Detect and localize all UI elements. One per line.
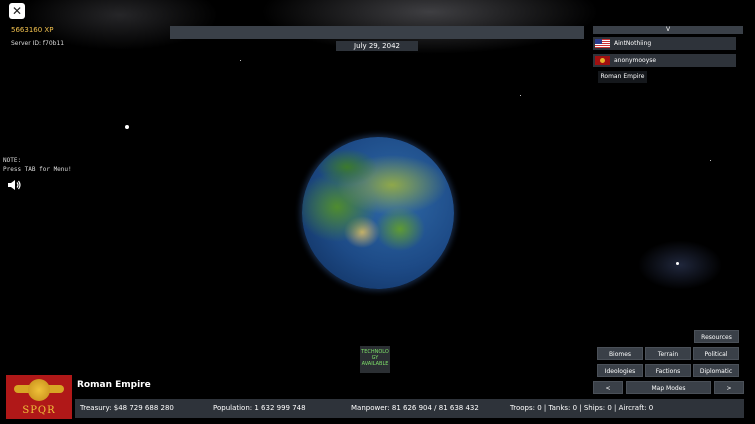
player-list-toggle[interactable]: V	[593, 26, 743, 34]
note-title: NOTE:	[3, 157, 22, 164]
note-text: Press TAB for Menu!	[3, 166, 72, 173]
map-mode-next-button[interactable]: >	[714, 381, 744, 394]
rome-flag-icon	[595, 56, 610, 65]
eagle-wing-icon	[48, 385, 64, 393]
game-date: July 29, 2042	[336, 41, 418, 51]
speaker-icon[interactable]	[7, 176, 21, 190]
note-panel: NOTE: Press TAB for Menu!	[3, 156, 72, 174]
country-emblem[interactable]: SPQR	[6, 375, 72, 419]
player-name: anonymooyse	[614, 57, 657, 64]
diplomatic-button[interactable]: Diplomatic	[693, 364, 739, 377]
treasury-stat: Treasury: $48 729 688 280	[80, 404, 174, 412]
player-name: AintNothiing	[614, 40, 652, 47]
terrain-button[interactable]: Terrain	[645, 347, 691, 360]
military-stat: Troops: 0 | Tanks: 0 | Ships: 0 | Aircra…	[510, 404, 654, 412]
technology-available-button[interactable]: TECHNOLO GY AVAILABLE	[360, 346, 390, 373]
server-id: Server ID: f70b11	[11, 40, 65, 47]
country-stats-bar: Treasury: $48 729 688 280 Population: 1 …	[75, 399, 744, 418]
population-stat: Population: 1 632 999 748	[213, 404, 306, 412]
close-button[interactable]: ✕	[9, 3, 25, 19]
emblem-text: SPQR	[22, 405, 56, 416]
country-name: Roman Empire	[77, 380, 151, 390]
star	[240, 60, 241, 61]
map-mode-prev-button[interactable]: <	[593, 381, 623, 394]
us-flag-icon	[595, 39, 610, 48]
resources-button[interactable]: Resources	[694, 330, 739, 343]
map-modes-label[interactable]: Map Modes	[626, 381, 711, 394]
biomes-button[interactable]: Biomes	[597, 347, 643, 360]
xp-counter: 5663160 XP	[11, 26, 54, 34]
top-status-bar	[170, 26, 584, 39]
player-row[interactable]: AintNothiing	[593, 37, 736, 50]
empire-chip[interactable]: Roman Empire	[598, 71, 647, 83]
player-row[interactable]: anonymooyse	[593, 54, 736, 67]
factions-button[interactable]: Factions	[645, 364, 691, 377]
star	[520, 95, 521, 96]
ideologies-button[interactable]: Ideologies	[597, 364, 643, 377]
political-button[interactable]: Political	[693, 347, 739, 360]
manpower-stat: Manpower: 81 626 904 / 81 638 432	[351, 404, 479, 412]
star	[125, 125, 129, 129]
earth-globe[interactable]	[302, 137, 454, 289]
eagle-icon	[28, 379, 50, 401]
star	[676, 262, 679, 265]
star	[710, 160, 711, 161]
tech-label-line: AVAILABLE	[361, 361, 389, 367]
